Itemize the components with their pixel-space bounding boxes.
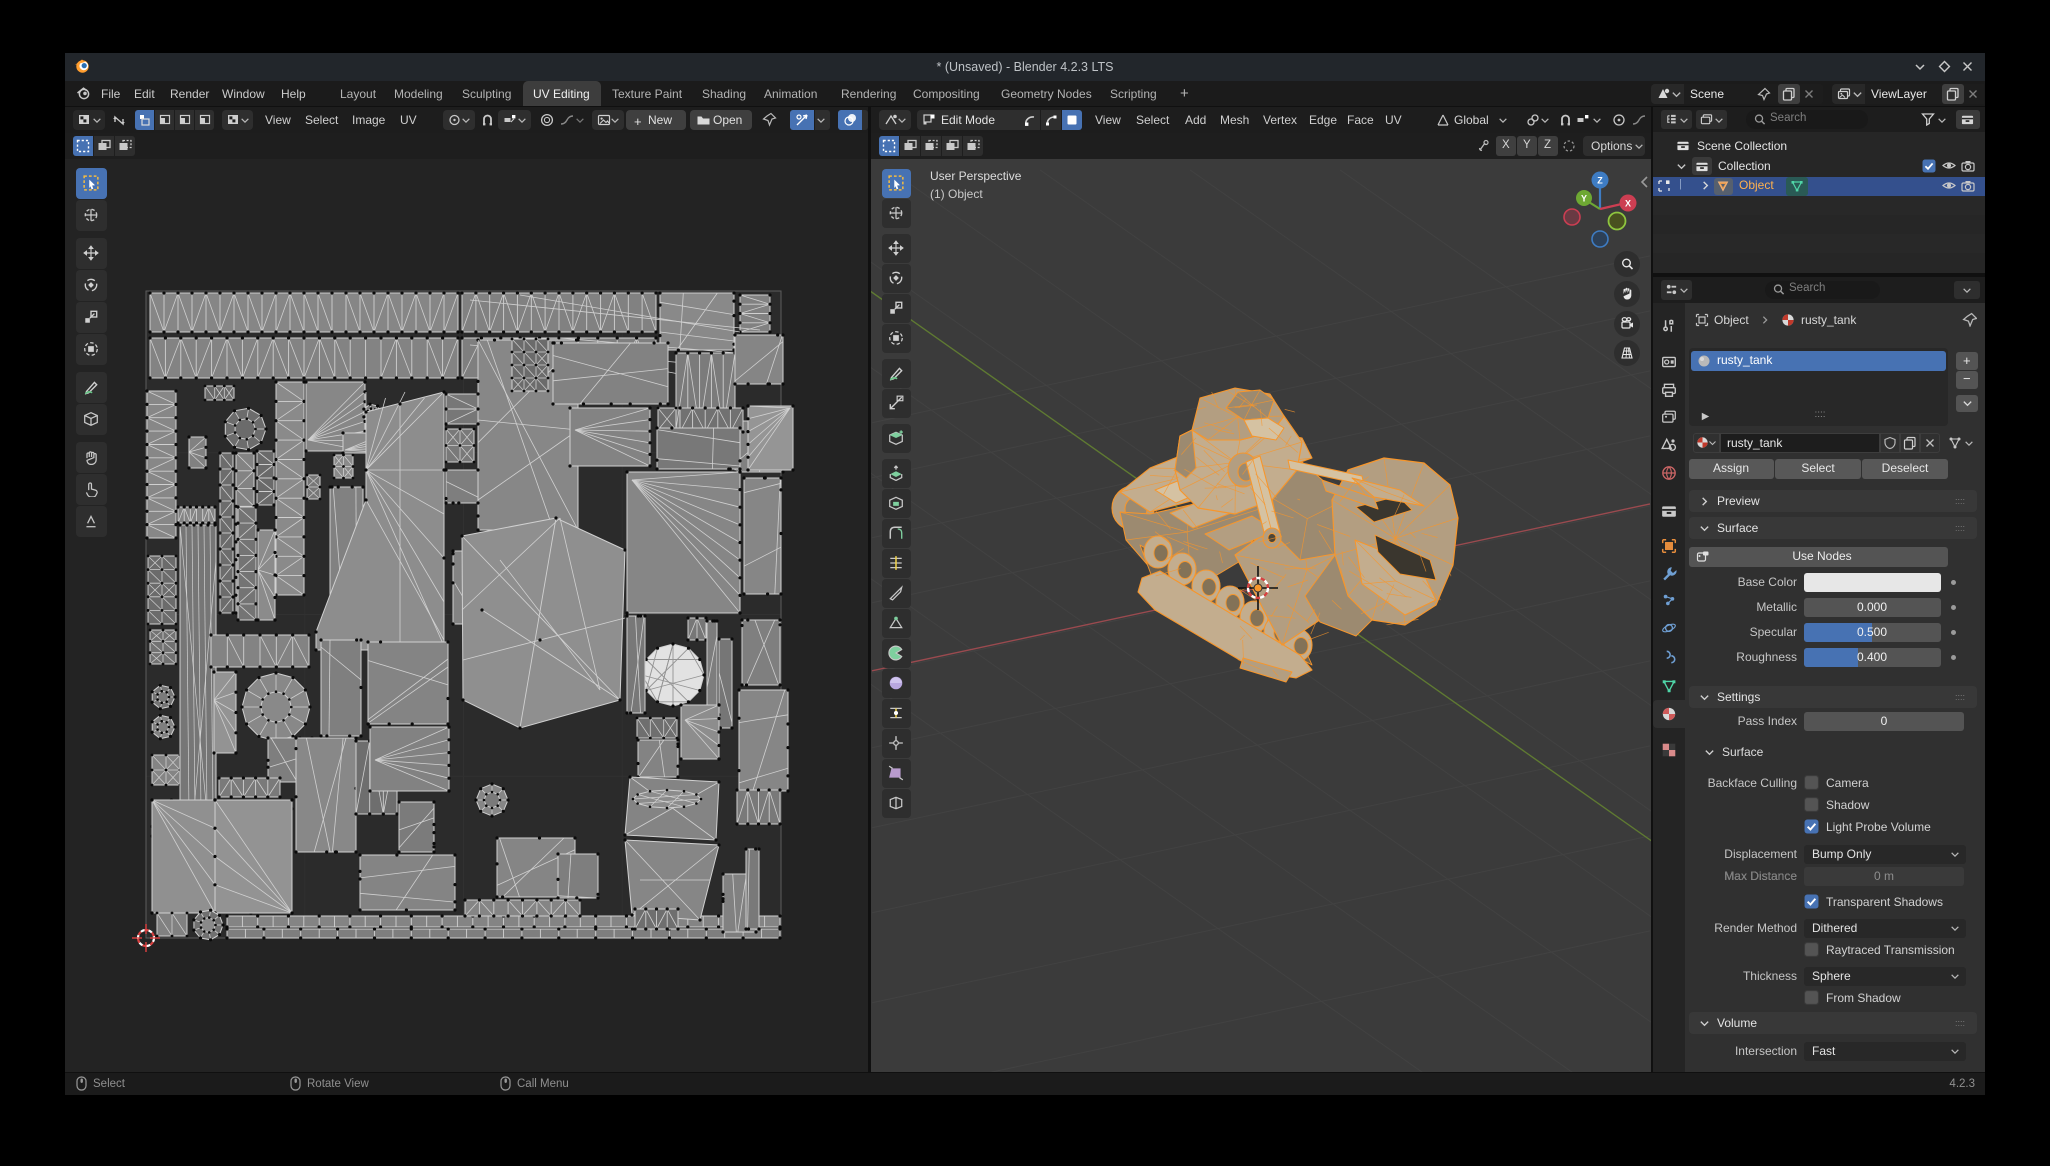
svg-text:Y: Y xyxy=(1581,194,1587,204)
svg-text:X: X xyxy=(1625,199,1631,209)
svg-text:Z: Z xyxy=(1597,176,1603,186)
